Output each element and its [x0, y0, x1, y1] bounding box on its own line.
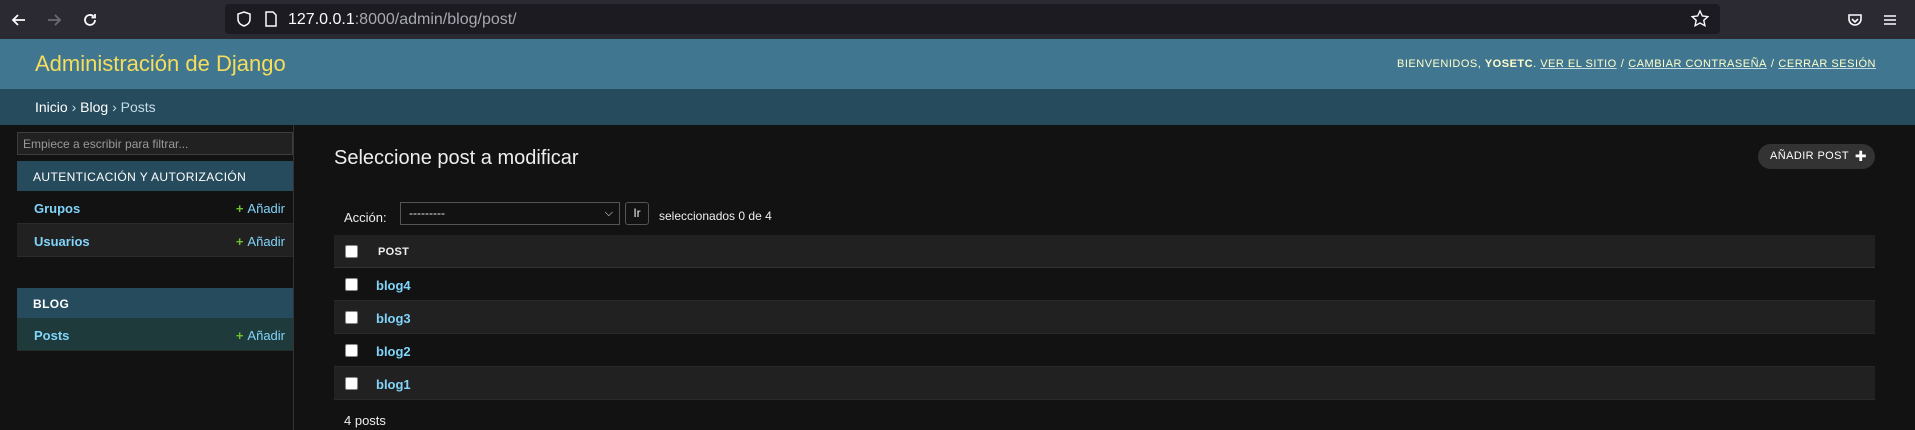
- forward-icon[interactable]: [42, 8, 66, 32]
- add-post-label: Añadir post: [1770, 150, 1849, 162]
- add-label: Añadir: [247, 234, 285, 249]
- url-text: 127.0.0.1:8000/admin/blog/post/: [288, 11, 517, 29]
- paginator: 4 posts: [344, 413, 386, 428]
- action-selected-value: ---------: [409, 206, 445, 220]
- logout-link[interactable]: Cerrar sesión: [1778, 58, 1876, 70]
- sidebar-item-posts: Posts + Añadir: [17, 318, 293, 351]
- app-caption-auth[interactable]: Autenticación y autorización: [17, 161, 293, 191]
- add-icon: +: [235, 201, 244, 216]
- change-password-link[interactable]: Cambiar contraseña: [1628, 58, 1767, 70]
- action-select[interactable]: --------- ⌵: [400, 202, 620, 225]
- action-label: Acción:: [344, 210, 387, 225]
- sidebar-item-grupos: Grupos + Añadir: [17, 191, 293, 224]
- url-host: 127.0.0.1: [288, 11, 355, 28]
- view-site-link[interactable]: Ver el sitio: [1540, 58, 1617, 70]
- selection-counter: seleccionados 0 de 4: [659, 209, 772, 223]
- username: yosetc: [1484, 58, 1534, 70]
- pocket-icon[interactable]: [1843, 8, 1867, 32]
- plus-icon: ✚: [1854, 148, 1867, 164]
- separator: /: [1770, 58, 1775, 70]
- breadcrumb-row: Inicio › Blog › Posts: [35, 99, 156, 115]
- breadcrumb-home[interactable]: Inicio: [35, 99, 68, 115]
- url-path: :8000/admin/blog/post/: [354, 11, 517, 28]
- url-bar[interactable]: 127.0.0.1:8000/admin/blog/post/: [225, 4, 1720, 34]
- sidebar-filter-input[interactable]: [17, 132, 293, 155]
- breadcrumb-separator: ›: [112, 99, 117, 115]
- add-usuarios-link[interactable]: + Añadir: [236, 234, 285, 249]
- shield-icon[interactable]: [235, 10, 253, 28]
- model-link-grupos[interactable]: Grupos: [34, 201, 80, 216]
- site-header: Administración de Django Bienvenidos, yo…: [0, 39, 1915, 89]
- row-checkbox[interactable]: [345, 278, 358, 291]
- actions-bar: Acción: --------- ⌵ Ir seleccionados 0 d…: [334, 200, 1875, 234]
- add-posts-link[interactable]: + Añadir: [236, 328, 285, 343]
- page-title: Seleccione post a modificar: [334, 147, 579, 169]
- row-checkbox[interactable]: [345, 377, 358, 390]
- menu-icon[interactable]: [1878, 8, 1902, 32]
- table-row: blog4: [334, 268, 1875, 301]
- welcome-text: Bienvenidos,: [1397, 58, 1482, 70]
- post-link[interactable]: blog3: [376, 311, 411, 326]
- post-link[interactable]: blog2: [376, 344, 411, 359]
- breadcrumb-separator: ›: [71, 99, 77, 115]
- breadcrumb-app[interactable]: Blog: [80, 99, 108, 115]
- add-label: Añadir: [247, 201, 285, 216]
- row-checkbox[interactable]: [345, 311, 358, 324]
- table-row: blog2: [334, 334, 1875, 367]
- table-header: Post: [334, 235, 1875, 268]
- browser-toolbar: 127.0.0.1:8000/admin/blog/post/: [0, 0, 1915, 39]
- user-tools: Bienvenidos, yosetc. Ver el sitio / Cambia…: [1397, 58, 1876, 70]
- post-link[interactable]: blog1: [376, 377, 411, 392]
- back-icon[interactable]: [7, 8, 31, 32]
- model-link-usuarios[interactable]: Usuarios: [34, 234, 90, 249]
- breadcrumb-current: Posts: [120, 99, 156, 115]
- site-branding[interactable]: Administración de Django: [35, 51, 286, 77]
- bookmark-star-icon[interactable]: [1690, 9, 1710, 29]
- breadcrumb: Inicio › Blog › Posts: [0, 89, 1915, 125]
- add-icon: +: [235, 234, 244, 249]
- model-link-posts[interactable]: Posts: [34, 328, 69, 343]
- table-row: blog3: [334, 301, 1875, 334]
- column-header-post[interactable]: Post: [378, 246, 409, 258]
- add-grupos-link[interactable]: + Añadir: [236, 201, 285, 216]
- welcome-period: .: [1533, 58, 1537, 70]
- table-row: blog1: [334, 367, 1875, 400]
- page-info-icon[interactable]: [263, 10, 279, 28]
- add-icon: +: [235, 328, 244, 343]
- sidebar-item-usuarios: Usuarios + Añadir: [17, 224, 293, 257]
- reload-icon[interactable]: [78, 8, 102, 32]
- app-caption-blog[interactable]: Blog: [17, 288, 293, 318]
- go-button[interactable]: Ir: [625, 202, 649, 225]
- nav-sidebar: Autenticación y autorización Grupos +Aña…: [17, 125, 294, 430]
- add-post-button[interactable]: Añadir post ✚: [1758, 144, 1875, 169]
- chevron-down-icon: ⌵: [604, 207, 613, 219]
- select-all-checkbox[interactable]: [345, 245, 358, 258]
- separator: /: [1620, 58, 1625, 70]
- row-checkbox[interactable]: [345, 344, 358, 357]
- add-label: Añadir: [247, 328, 285, 343]
- post-link[interactable]: blog4: [376, 278, 411, 293]
